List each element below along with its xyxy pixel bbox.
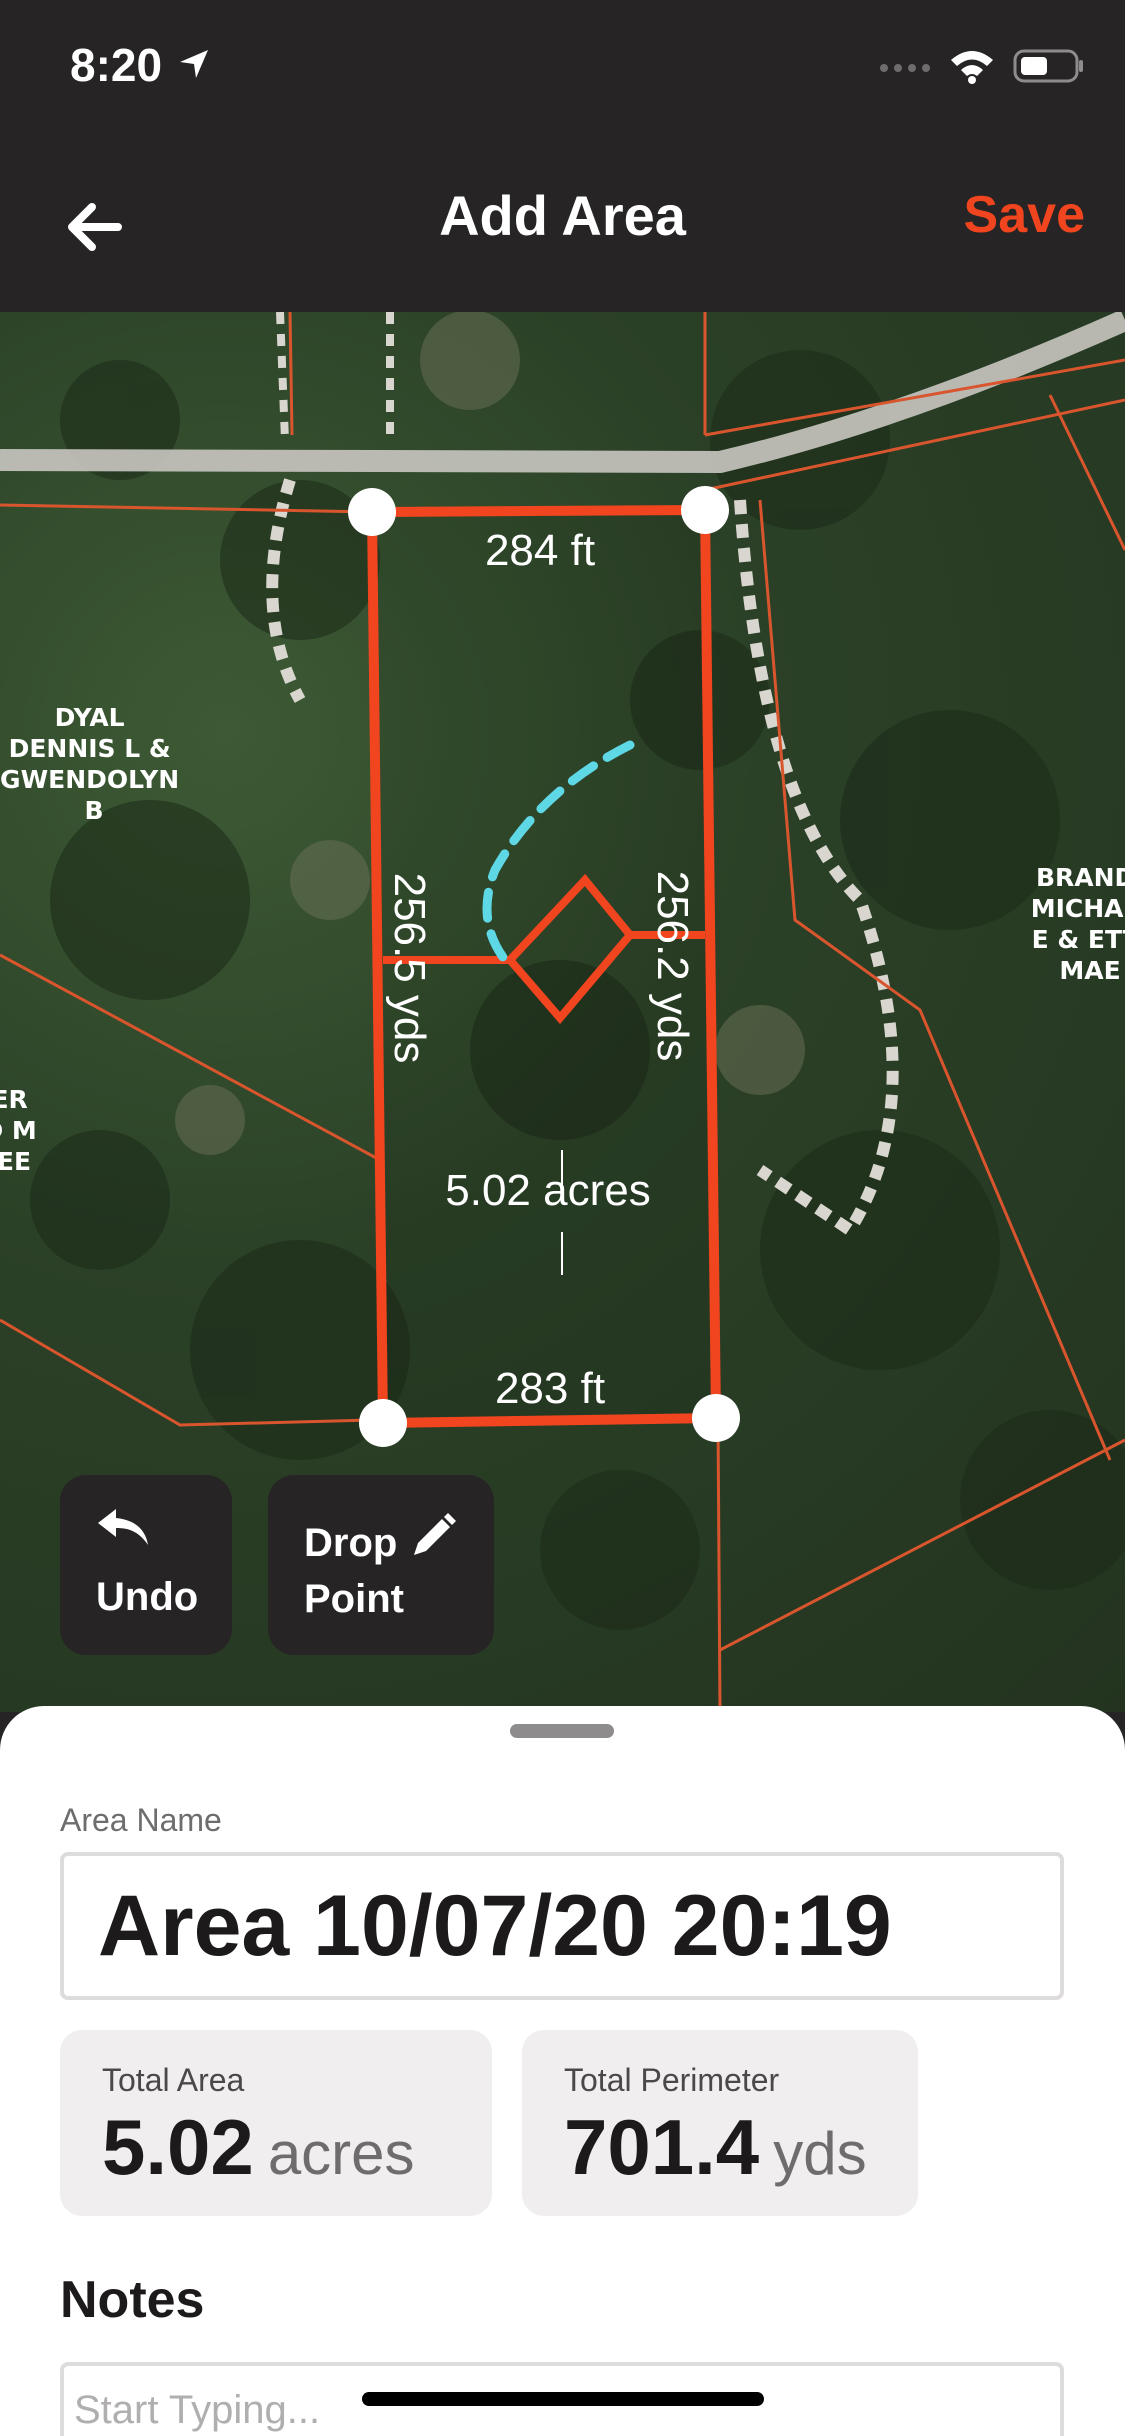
area-measurement: 5.02 acres xyxy=(445,1166,650,1215)
status-bar: 8:20 xyxy=(0,0,1125,135)
owner-label-line: MICHAE xyxy=(1031,894,1125,923)
right-edge-length: 256.2 yds xyxy=(648,871,697,1062)
total-perimeter-value: 701.4 xyxy=(564,2103,760,2191)
notes-title: Notes xyxy=(60,2271,205,2329)
sheet-grabber[interactable] xyxy=(510,1724,614,1738)
status-time: 8:20 xyxy=(70,39,163,91)
total-perimeter-unit: yds xyxy=(773,2120,867,2187)
total-perimeter-card: Total Perimeter 701.4 yds xyxy=(522,2030,918,2216)
drop-point-label: Drop Point xyxy=(304,1521,404,1621)
owner-label-line: BRAND xyxy=(1036,863,1125,892)
total-area-card: Total Area 5.02 acres xyxy=(60,2030,492,2216)
owner-label-line: MAE xyxy=(1059,956,1120,985)
save-button[interactable]: Save xyxy=(964,185,1085,245)
owner-label-partial: ER D M EE xyxy=(0,1085,46,1176)
total-area-value-row: 5.02 acres xyxy=(102,2102,415,2193)
cellular-signal-icon xyxy=(879,58,931,79)
nav-bar: Add Area Save xyxy=(0,135,1125,312)
vertex-handle[interactable] xyxy=(681,486,729,534)
owner-label-line: DYAL xyxy=(55,703,125,732)
dirt-track-top xyxy=(276,312,394,441)
area-details-sheet: Area Name Total Area 5.02acres Total Per… xyxy=(0,1706,1125,2436)
bottom-edge-length: 283 ft xyxy=(495,1364,605,1413)
battery-icon xyxy=(1013,48,1085,89)
area-name-label: Area Name xyxy=(60,1802,222,1838)
total-perimeter-label: Total Perimeter xyxy=(564,2062,780,2098)
pencil-icon xyxy=(410,1513,456,1569)
left-edge-length: 256.5 yds xyxy=(385,873,434,1064)
undo-arrow-icon xyxy=(96,1505,152,1559)
total-area-value: 5.02 xyxy=(102,2103,254,2191)
status-indicators xyxy=(879,48,1085,89)
undo-button[interactable]: Undo xyxy=(60,1475,232,1655)
owner-label-line: D M xyxy=(0,1116,37,1145)
total-area-label: Total Area xyxy=(102,2062,245,2098)
total-area-unit: acres xyxy=(267,2120,415,2187)
location-arrow-icon xyxy=(178,48,210,85)
undo-label: Undo xyxy=(96,1575,199,1619)
owner-label-line: E & ETT xyxy=(1032,925,1125,954)
owner-label-brand: BRAND MICHAE E & ETT MAE xyxy=(1031,863,1125,985)
owner-label-line: GWENDOLYN xyxy=(0,765,179,794)
owner-label-line: B xyxy=(84,796,103,825)
drop-point-button[interactable]: Drop Point xyxy=(268,1475,494,1655)
owner-label-line: ER xyxy=(0,1085,28,1114)
vertex-handle[interactable] xyxy=(359,1399,407,1447)
vertex-handle[interactable] xyxy=(692,1394,740,1442)
top-edge-length: 284 ft xyxy=(485,526,595,575)
page-title: Add Area xyxy=(439,184,686,247)
owner-label-line: EE xyxy=(0,1147,31,1176)
wifi-icon xyxy=(949,48,995,89)
home-indicator xyxy=(362,2392,764,2406)
owner-label-line: DENNIS L & xyxy=(9,734,171,763)
area-name-input[interactable] xyxy=(60,1852,1064,2000)
vertex-handle[interactable] xyxy=(348,488,396,536)
total-perimeter-value-row: 701.4 yds xyxy=(564,2102,867,2193)
